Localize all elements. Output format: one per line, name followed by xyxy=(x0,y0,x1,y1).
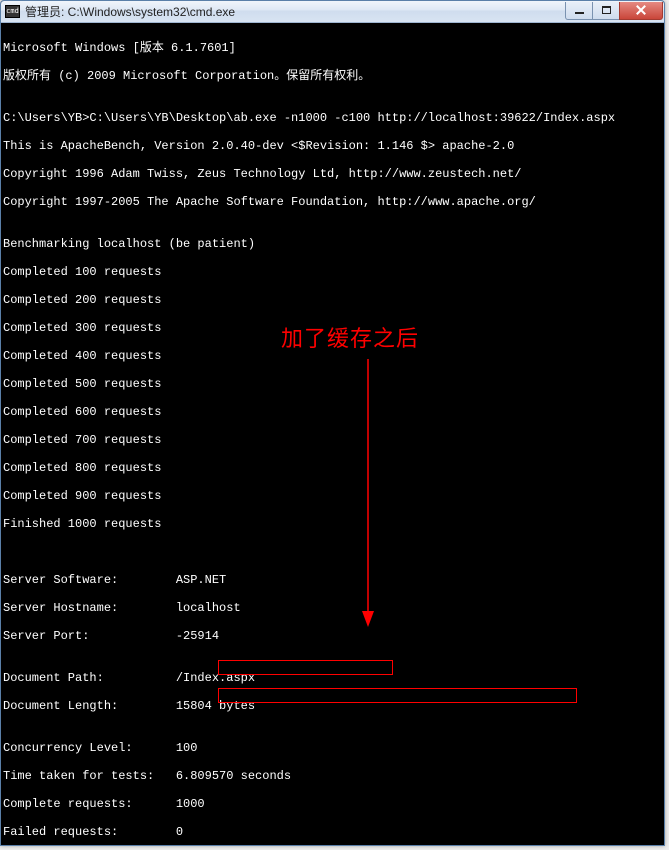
ab-version-line: This is ApacheBench, Version 2.0.40-dev … xyxy=(3,139,662,153)
server-port-line: Server Port: -25914 xyxy=(3,629,662,643)
time-taken-line: Time taken for tests: 6.809570 seconds xyxy=(3,769,662,783)
ab-copyright2: Copyright 1997-2005 The Apache Software … xyxy=(3,195,662,209)
close-button[interactable] xyxy=(619,2,663,20)
window-buttons xyxy=(566,2,663,20)
complete-requests-line: Complete requests: 1000 xyxy=(3,797,662,811)
annotation-label: 加了缓存之后 xyxy=(281,332,419,346)
doc-path-line: Document Path: /Index.aspx xyxy=(3,671,662,685)
progress-line: Completed 400 requests xyxy=(3,349,662,363)
concurrency-line: Concurrency Level: 100 xyxy=(3,741,662,755)
progress-line: Completed 800 requests xyxy=(3,461,662,475)
progress-line: Completed 900 requests xyxy=(3,489,662,503)
progress-line: Completed 100 requests xyxy=(3,265,662,279)
minimize-button[interactable] xyxy=(565,2,593,20)
ab-copyright1: Copyright 1996 Adam Twiss, Zeus Technolo… xyxy=(3,167,662,181)
maximize-button[interactable] xyxy=(592,2,620,20)
benchmarking-line: Benchmarking localhost (be patient) xyxy=(3,237,662,251)
maximize-icon xyxy=(602,6,611,14)
close-icon xyxy=(636,5,646,15)
progress-line: Completed 500 requests xyxy=(3,377,662,391)
server-software-line: Server Software: ASP.NET xyxy=(3,573,662,587)
titlebar[interactable]: cmd 管理员: C:\Windows\system32\cmd.exe xyxy=(1,1,664,23)
failed-requests-line: Failed requests: 0 xyxy=(3,825,662,839)
progress-line: Completed 600 requests xyxy=(3,405,662,419)
cmd-icon: cmd xyxy=(5,5,20,18)
finished-line: Finished 1000 requests xyxy=(3,517,662,531)
progress-line: Completed 200 requests xyxy=(3,293,662,307)
copyright-line: 版权所有 (c) 2009 Microsoft Corporation。保留所有… xyxy=(3,69,662,83)
os-version-line: Microsoft Windows [版本 6.1.7601] xyxy=(3,41,662,55)
terminal-output: Microsoft Windows [版本 6.1.7601] 版权所有 (c)… xyxy=(1,23,664,845)
progress-line: Completed 300 requests xyxy=(3,321,662,335)
command-line: C:\Users\YB>C:\Users\YB\Desktop\ab.exe -… xyxy=(3,111,662,125)
minimize-icon xyxy=(575,12,584,14)
progress-line: Completed 700 requests xyxy=(3,433,662,447)
window-title: 管理员: C:\Windows\system32\cmd.exe xyxy=(25,3,566,20)
server-hostname-line: Server Hostname: localhost xyxy=(3,601,662,615)
doc-length-line: Document Length: 15804 bytes xyxy=(3,699,662,713)
cmd-window: cmd 管理员: C:\Windows\system32\cmd.exe Mic… xyxy=(0,0,665,846)
